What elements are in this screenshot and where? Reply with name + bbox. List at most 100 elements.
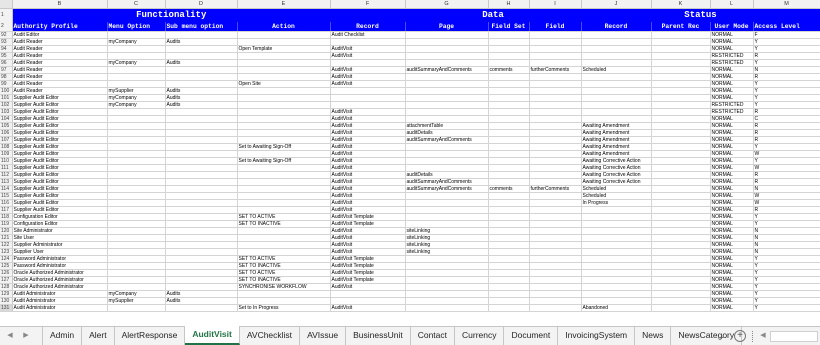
grid-cell[interactable]: myCompany <box>107 290 166 298</box>
grid-cell[interactable] <box>488 38 530 46</box>
grid-cell[interactable]: myCompany <box>107 59 166 67</box>
grid-cell[interactable] <box>488 164 530 172</box>
grid-cell[interactable]: Audit Reader <box>12 38 108 46</box>
grid-cell[interactable]: NORMAL <box>710 143 754 151</box>
grid-cell[interactable] <box>529 31 582 39</box>
grid-cell[interactable]: siteLinking <box>405 234 489 242</box>
add-sheet-icon[interactable]: + <box>734 330 746 342</box>
grid-cell[interactable] <box>107 227 166 235</box>
field-header-cell[interactable]: Record <box>581 22 652 32</box>
grid-cell[interactable]: Set to In Progress <box>237 304 331 312</box>
grid-cell[interactable] <box>651 192 711 200</box>
grid-cell[interactable] <box>107 171 166 179</box>
grid-cell[interactable]: AuditVisit <box>330 199 406 207</box>
grid-cell[interactable] <box>107 115 166 123</box>
grid-cell[interactable]: AuditVisit <box>330 136 406 144</box>
grid-cell[interactable]: R <box>753 136 820 144</box>
grid-cell[interactable] <box>237 227 331 235</box>
grid-cell[interactable] <box>405 206 489 214</box>
grid-cell[interactable] <box>488 241 530 249</box>
grid-cell[interactable] <box>651 234 711 242</box>
grid-cell[interactable]: Awaiting Corrective Action <box>581 171 652 179</box>
grid-cell[interactable] <box>488 234 530 242</box>
grid-cell[interactable] <box>488 115 530 123</box>
grid-cell[interactable] <box>529 213 582 221</box>
grid-cell[interactable] <box>237 73 331 81</box>
grid-cell[interactable]: siteLinking <box>405 241 489 249</box>
grid-cell[interactable] <box>651 199 711 207</box>
row-number[interactable]: 108 <box>0 143 13 151</box>
grid-cell[interactable]: AuditVisit Template <box>330 276 406 284</box>
grid-cell[interactable] <box>488 227 530 235</box>
grid-cell[interactable] <box>165 276 238 284</box>
grid-cell[interactable]: NORMAL <box>710 80 754 88</box>
grid-cell[interactable]: SET TO INACTIVE <box>237 276 331 284</box>
grid-cell[interactable]: Awaiting Amendment <box>581 129 652 137</box>
grid-cell[interactable] <box>651 108 711 116</box>
field-header-cell[interactable]: Parent Rec <box>651 22 711 32</box>
grid-cell[interactable] <box>165 129 238 137</box>
grid-cell[interactable] <box>237 164 331 172</box>
grid-cell[interactable]: AuditVisit <box>330 66 406 74</box>
grid-cell[interactable]: NORMAL <box>710 31 754 39</box>
grid-cell[interactable] <box>165 178 238 186</box>
grid-cell[interactable]: NORMAL <box>710 178 754 186</box>
row-number[interactable]: 95 <box>0 52 13 60</box>
grid-cell[interactable] <box>405 157 489 165</box>
grid-cell[interactable] <box>165 171 238 179</box>
grid-cell[interactable] <box>581 108 652 116</box>
grid-cell[interactable] <box>488 178 530 186</box>
grid-cell[interactable]: Open Site <box>237 80 331 88</box>
grid-cell[interactable] <box>529 262 582 270</box>
grid-cell[interactable]: NORMAL <box>710 157 754 165</box>
grid-cell[interactable]: N <box>753 185 820 193</box>
hscroll-left-icon[interactable]: ◀ <box>757 330 769 342</box>
grid-cell[interactable]: Y <box>753 94 820 102</box>
grid-cell[interactable]: Audit Reader <box>12 66 108 74</box>
grid-cell[interactable] <box>107 108 166 116</box>
column-header[interactable]: F <box>330 0 406 9</box>
grid-cell[interactable] <box>651 73 711 81</box>
grid-cell[interactable] <box>165 66 238 74</box>
row-number[interactable]: 93 <box>0 38 13 46</box>
grid-cell[interactable]: Scheduled <box>581 185 652 193</box>
grid-cell[interactable]: NORMAL <box>710 276 754 284</box>
grid-cell[interactable] <box>165 283 238 291</box>
row-number[interactable]: 121 <box>0 234 13 242</box>
grid-cell[interactable]: C <box>753 115 820 123</box>
grid-cell[interactable]: AuditVisit <box>330 150 406 158</box>
grid-cell[interactable]: NORMAL <box>710 297 754 305</box>
grid-cell[interactable] <box>488 52 530 60</box>
tab-auditvisit[interactable]: AuditVisit <box>185 326 240 345</box>
grid-cell[interactable]: Awaiting Amendment <box>581 122 652 130</box>
grid-cell[interactable] <box>405 143 489 151</box>
grid-cell[interactable] <box>165 52 238 60</box>
grid-cell[interactable]: Site Administrator <box>12 227 108 235</box>
grid-cell[interactable] <box>165 143 238 151</box>
grid-cell[interactable] <box>488 101 530 109</box>
grid-cell[interactable] <box>405 45 489 53</box>
grid-cell[interactable]: Audit Administrator <box>12 297 108 305</box>
row-number[interactable]: 101 <box>0 94 13 102</box>
grid-cell[interactable]: NORMAL <box>710 262 754 270</box>
column-header[interactable]: H <box>488 0 530 9</box>
grid-cell[interactable] <box>237 171 331 179</box>
grid-cell[interactable] <box>529 143 582 151</box>
grid-cell[interactable] <box>165 115 238 123</box>
grid-cell[interactable] <box>330 290 406 298</box>
grid-cell[interactable] <box>107 73 166 81</box>
row-number[interactable]: 107 <box>0 136 13 144</box>
row-number[interactable]: 111 <box>0 164 13 172</box>
grid-cell[interactable] <box>165 192 238 200</box>
grid-cell[interactable]: Set to Awaiting Sign-Off <box>237 157 331 165</box>
grid-cell[interactable] <box>651 101 711 109</box>
grid-cell[interactable]: Supplier Audit Editor <box>12 206 108 214</box>
grid-cell[interactable] <box>529 192 582 200</box>
row-number[interactable]: 98 <box>0 73 13 81</box>
grid-cell[interactable] <box>488 199 530 207</box>
grid-cell[interactable]: Supplier Audit Editor <box>12 171 108 179</box>
tab-alertresponse[interactable]: AlertResponse <box>115 327 186 345</box>
more-tabs-button[interactable]: ... <box>719 327 726 345</box>
grid-cell[interactable] <box>529 199 582 207</box>
grid-cell[interactable] <box>237 52 331 60</box>
